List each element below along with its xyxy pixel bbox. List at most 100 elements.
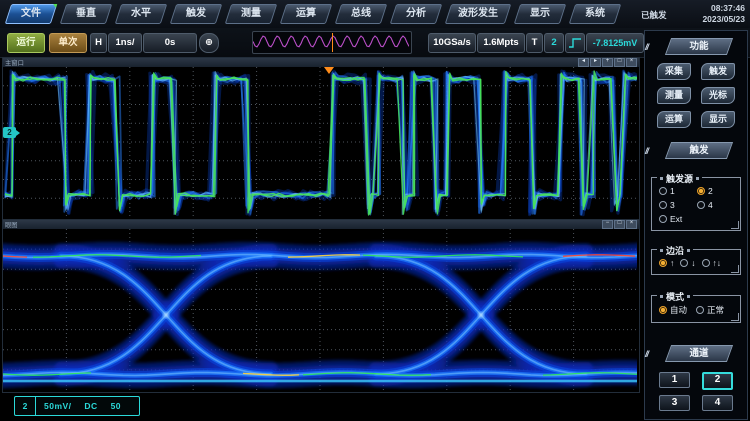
menu-item-analyze[interactable]: 分析 [390, 4, 442, 24]
radio-icon [697, 201, 705, 209]
menu-item-horizontal[interactable]: 水平 [115, 4, 167, 24]
preview-waveform [253, 32, 409, 51]
channel-4-button[interactable]: 4 [702, 395, 733, 411]
measure-button[interactable]: 测量 [657, 87, 691, 104]
trigger-source-3-radio[interactable]: 3 [659, 200, 697, 210]
radio-icon-selected [659, 259, 667, 267]
horizontal-button[interactable]: H [90, 33, 107, 53]
menu-item-label: 触发 [174, 5, 218, 23]
main-waveform-plot [3, 67, 637, 217]
channel-1-button[interactable]: 1 [659, 372, 690, 388]
edge-falling-radio[interactable]: ↓ [680, 258, 695, 268]
channel-info-badge[interactable]: 2 50mV/ DC 50 [14, 396, 140, 416]
horizontal-offset-button[interactable]: 0s [143, 33, 197, 53]
zoom-icon[interactable]: ⊕ [199, 33, 219, 53]
math-button[interactable]: 运算 [657, 111, 691, 128]
menu-item-math[interactable]: 运算 [280, 4, 332, 24]
mode-auto-radio[interactable]: 自动 [659, 304, 687, 316]
trigger-status-label: 已触发 [641, 9, 667, 21]
menu-item-label: 垂直 [64, 5, 108, 23]
sample-rate-value: 10GSa/s [428, 33, 476, 53]
window-minimize-icon[interactable]: − [602, 220, 613, 229]
run-button[interactable]: 运行 [7, 33, 45, 53]
radio-icon [702, 259, 710, 267]
menu-item-label: 运算 [284, 5, 328, 23]
radio-icon [659, 187, 667, 195]
trigger-source-ext-radio[interactable]: Ext [659, 214, 682, 224]
trigger-level-value[interactable]: -7.8125mV [586, 33, 644, 53]
clock-date: 2023/05/23 [702, 14, 745, 25]
radio-icon-selected [697, 187, 705, 195]
channel-button-grid: 1 2 3 4 [659, 372, 733, 411]
eye-window-titlebar: 眼图 − □ × [3, 220, 639, 229]
mode-group: 模式 自动 正常 [651, 295, 741, 323]
trigger-header-button[interactable]: 触发 [665, 142, 733, 159]
edge-rising-radio[interactable]: ↑ [659, 258, 674, 268]
edge-both-radio[interactable]: ↑↓ [702, 258, 722, 268]
display-button[interactable]: 显示 [701, 111, 735, 128]
main-waveform-window: 主窗口 ◂ ▸ + □ × [2, 57, 640, 220]
menu-item-label: 总线 [339, 5, 383, 23]
preview-trigger-position-marker[interactable] [332, 33, 333, 52]
menu-item-trigger[interactable]: 触发 [170, 4, 222, 24]
window-zoom-icon[interactable]: + [602, 58, 613, 67]
channel-2-button[interactable]: 2 [702, 372, 733, 390]
function-header-label: 功能 [669, 39, 729, 54]
function-header-button[interactable]: 功能 [665, 38, 733, 55]
radio-icon [659, 215, 667, 223]
menu-item-label: 分析 [394, 5, 438, 23]
menu-item-measure[interactable]: 测量 [225, 4, 277, 24]
rising-edge-icon [568, 37, 582, 49]
channel-header-label: 通道 [669, 346, 729, 361]
menu-item-file[interactable]: 文件 [5, 4, 57, 24]
trigger-edge-icon[interactable] [565, 33, 585, 53]
radio-icon [680, 259, 688, 267]
channel-2-level-marker[interactable]: 2 [3, 127, 16, 138]
control-panel: // 功能 采集 触发 测量 光标 运算 显示 // 触发 触发源 1 2 3 … [644, 30, 748, 420]
window-left-icon[interactable]: ◂ [578, 58, 589, 67]
function-header-icon: // [645, 42, 648, 52]
trigger-source-4-radio[interactable]: 4 [697, 200, 713, 210]
trigger-t-label: T [526, 33, 543, 53]
channel-settings: 50mV/ DC 50 [36, 397, 139, 415]
clock-time: 08:37:46 [702, 3, 745, 14]
memory-depth-value: 1.6Mpts [477, 33, 525, 53]
trigger-source-2-radio[interactable]: 2 [697, 186, 713, 196]
trigger-source-group: 触发源 1 2 3 4 Ext [651, 177, 741, 231]
window-close-icon[interactable]: × [626, 220, 637, 229]
timebase-button[interactable]: 1ns/ [108, 33, 142, 53]
channel-header-button[interactable]: 通道 [665, 345, 733, 362]
main-window-title: 主窗口 [5, 58, 24, 67]
menu-item-label: 显示 [518, 5, 562, 23]
waveform-preview-strip[interactable] [252, 31, 412, 54]
trigger-header-icon: // [645, 146, 648, 156]
menu-item-display[interactable]: 显示 [514, 4, 566, 24]
trigger-position-marker[interactable] [324, 67, 334, 74]
menu-bar: 文件 垂直 水平 触发 测量 运算 总线 分析 波形发生 显示 系统 已触发 0… [0, 0, 750, 28]
trigger-source-1-radio[interactable]: 1 [659, 186, 697, 196]
channel-3-button[interactable]: 3 [659, 395, 690, 411]
eye-diagram-display[interactable] [3, 229, 639, 390]
menu-item-wavegen[interactable]: 波形发生 [445, 4, 511, 24]
menu-item-bus[interactable]: 总线 [335, 4, 387, 24]
menu-item-system[interactable]: 系统 [569, 4, 621, 24]
channel-number: 2 [15, 397, 36, 415]
mode-normal-radio[interactable]: 正常 [696, 304, 724, 316]
trigger-button[interactable]: 触发 [701, 63, 735, 80]
menu-item-label: 波形发生 [449, 5, 507, 23]
trigger-source-indicator[interactable]: 2 [544, 33, 564, 53]
channel-impedance: 50 [111, 401, 121, 411]
window-close-icon[interactable]: × [626, 58, 637, 67]
radio-icon-selected [659, 306, 667, 314]
clock: 08:37:46 2023/05/23 [702, 3, 745, 25]
acquire-button[interactable]: 采集 [657, 63, 691, 80]
window-maximize-icon[interactable]: □ [614, 220, 625, 229]
single-button[interactable]: 单次 [49, 33, 87, 53]
main-window-controls: ◂ ▸ + □ × [577, 58, 637, 67]
menu-item-label: 测量 [229, 5, 273, 23]
menu-item-vertical[interactable]: 垂直 [60, 4, 112, 24]
window-maximize-icon[interactable]: □ [614, 58, 625, 67]
main-waveform-display[interactable] [3, 67, 639, 217]
window-right-icon[interactable]: ▸ [590, 58, 601, 67]
cursor-button[interactable]: 光标 [701, 87, 735, 104]
